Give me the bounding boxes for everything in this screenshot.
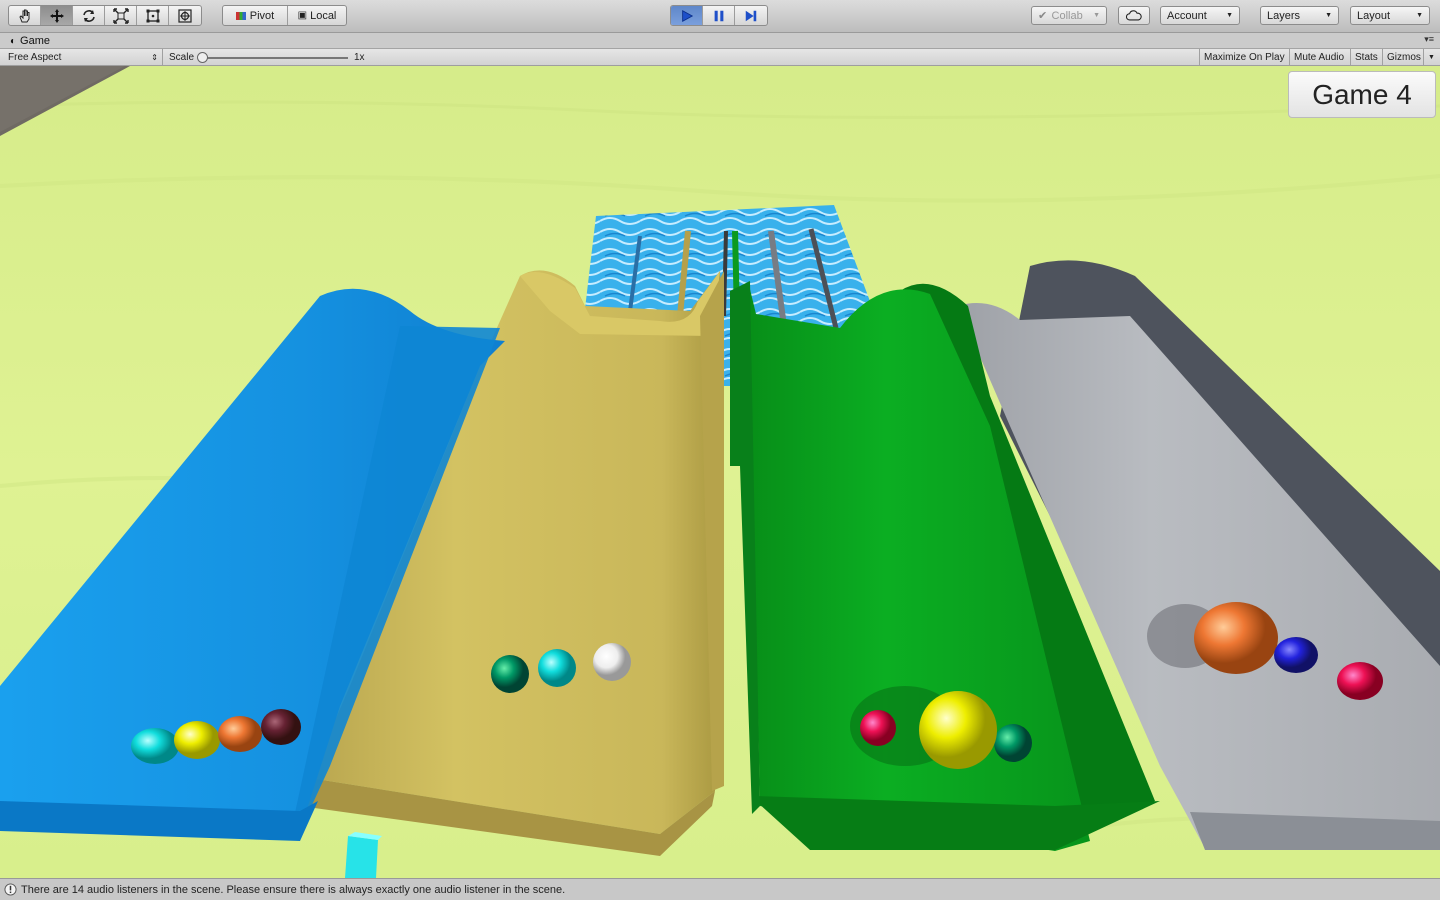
game-view-toolbar: Free Aspect ⇕ Scale 1x Maximize On Play … xyxy=(0,49,1440,66)
transform-tools xyxy=(8,5,202,26)
collab-dropdown[interactable]: ✔ Collab ▼ xyxy=(1031,6,1107,25)
tab-title: Game xyxy=(20,35,51,47)
game-number-label: Game 4 xyxy=(1288,71,1436,118)
step-button[interactable] xyxy=(735,6,767,25)
check-icon: ✔ xyxy=(1038,10,1048,22)
chevron-down-icon: ▼ xyxy=(1093,12,1100,19)
chevron-down-icon: ▼ xyxy=(1325,12,1332,19)
gizmos-label: Gizmos xyxy=(1387,51,1421,63)
pause-icon xyxy=(714,10,723,21)
play-button[interactable] xyxy=(671,6,703,25)
chevron-down-icon: ▼ xyxy=(1428,53,1435,61)
scale-slider-track[interactable] xyxy=(200,57,348,59)
gizmos-toggle[interactable]: Gizmos xyxy=(1382,49,1425,65)
hand-tool-button[interactable] xyxy=(9,6,41,25)
stats-toggle[interactable]: Stats xyxy=(1350,49,1382,65)
mute-label: Mute Audio xyxy=(1294,51,1345,63)
main-toolbar: Pivot ▣ Local ✔ Collab ▼ Account ▼ Layer… xyxy=(0,0,1440,33)
chevron-down-icon: ▼ xyxy=(1226,12,1233,19)
pacman-icon: ◐ xyxy=(10,35,17,47)
layers-dropdown[interactable]: Layers ▼ xyxy=(1260,6,1339,25)
transform-tool-button[interactable] xyxy=(169,6,201,25)
rect-transform-icon xyxy=(146,9,159,22)
hand-icon xyxy=(18,9,29,22)
updown-icon: ⇕ xyxy=(151,52,158,62)
collab-label: Collab xyxy=(1051,9,1083,22)
layers-label: Layers xyxy=(1267,9,1301,22)
rotate-icon xyxy=(82,9,95,22)
play-icon xyxy=(681,9,693,22)
move-tool-button[interactable] xyxy=(41,6,73,25)
account-dropdown[interactable]: Account ▼ xyxy=(1160,6,1240,25)
transform-icon xyxy=(178,8,192,23)
aspect-label: Free Aspect xyxy=(8,51,62,63)
chevron-down-icon: ▼ xyxy=(1416,12,1423,19)
step-icon xyxy=(745,10,757,21)
stats-label: Stats xyxy=(1355,51,1378,63)
pivot-mode-group: Pivot ▣ Local xyxy=(222,5,347,26)
playback-controls xyxy=(670,5,768,26)
scale-tool-button[interactable] xyxy=(105,6,137,25)
scale-value: 1x xyxy=(354,52,365,63)
tab-game[interactable]: ◐ Game xyxy=(4,33,56,49)
pivot-label: Pivot xyxy=(249,9,275,22)
aspect-dropdown[interactable]: Free Aspect ⇕ xyxy=(0,49,163,65)
layout-dropdown[interactable]: Layout ▼ xyxy=(1350,6,1430,25)
pause-button[interactable] xyxy=(703,6,735,25)
console-status-bar[interactable]: There are 14 audio listeners in the scen… xyxy=(0,878,1440,900)
maximize-label: Maximize On Play xyxy=(1204,51,1285,63)
rotate-tool-button[interactable] xyxy=(73,6,105,25)
cube-icon: ▣ xyxy=(297,10,308,21)
tab-bar: ◐ Game ▾≡ xyxy=(0,33,1440,49)
local-label: Local xyxy=(310,9,337,22)
gizmos-dropdown[interactable]: ▼ xyxy=(1423,49,1439,65)
rect-tool-button[interactable] xyxy=(137,6,169,25)
pivot-icon xyxy=(235,11,246,20)
pivot-toggle[interactable]: Pivot xyxy=(223,6,288,25)
info-icon xyxy=(4,883,17,896)
account-label: Account xyxy=(1167,9,1207,22)
cloud-icon xyxy=(1126,10,1142,21)
game-scene xyxy=(0,66,1440,878)
maximize-on-play-toggle[interactable]: Maximize On Play xyxy=(1199,49,1289,65)
cloud-button[interactable] xyxy=(1118,6,1150,25)
mute-audio-toggle[interactable]: Mute Audio xyxy=(1289,49,1348,65)
game-viewport[interactable]: Game 4 xyxy=(0,66,1440,878)
tab-menu-icon[interactable]: ▾≡ xyxy=(1424,34,1434,45)
status-message: There are 14 audio listeners in the scen… xyxy=(21,883,566,896)
scale-slider-thumb[interactable] xyxy=(197,52,208,63)
local-toggle[interactable]: ▣ Local xyxy=(288,6,346,25)
scale-label: Scale xyxy=(169,52,195,63)
move-icon xyxy=(49,8,64,23)
scale-icon xyxy=(112,7,129,24)
layout-label: Layout xyxy=(1357,9,1391,22)
